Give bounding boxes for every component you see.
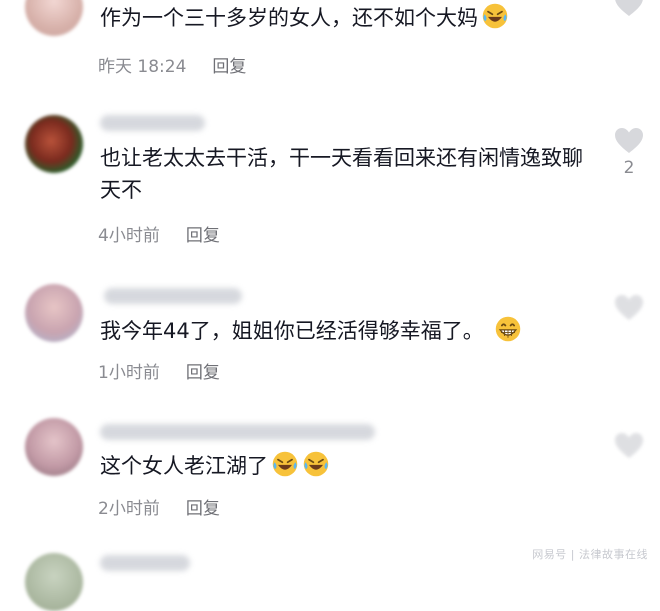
comment-time: 2小时前 [98,499,160,519]
comment-text-content: 我今年44了，姐姐你已经活得够幸福了。 [100,319,484,343]
avatar[interactable] [25,284,83,342]
laughing-crying-emoji-icon [303,451,329,477]
comment-text: 作为一个三十多岁的女人，还不如个大妈 [100,2,600,34]
avatar[interactable] [25,115,83,173]
comment-time: 昨天 18:24 [98,57,187,77]
like-button[interactable] [610,432,648,459]
like-button[interactable]: 2 [610,127,648,178]
comment-item: 也让老太太去干活，干一天看看回来还有闲情逸致聊天不 4小时前 回复 2 [0,105,660,255]
laughing-crying-emoji-icon [272,451,298,477]
reply-button[interactable]: 回复 [186,494,220,519]
username-blurred[interactable] [100,424,375,440]
watermark: 网易号 | 法律故事在线 [532,548,648,561]
comment-meta: 1小时前 回复 [98,358,220,383]
comment-text: 我今年44了，姐姐你已经活得够幸福了。 [100,315,600,347]
comment-time: 1小时前 [98,363,160,383]
heart-icon[interactable] [614,127,644,154]
heart-icon[interactable] [614,294,644,321]
comment-text: 这个女人老江湖了 [100,450,600,482]
comment-meta: 4小时前 回复 [98,221,220,246]
comment-meta: 2小时前 回复 [98,494,220,519]
comment-time: 4小时前 [98,226,160,246]
username-blurred[interactable] [104,288,242,304]
grinning-emoji-icon [495,316,520,342]
username-blurred[interactable] [100,555,190,571]
heart-icon[interactable] [614,432,644,459]
like-button[interactable] [610,0,648,17]
avatar[interactable] [25,553,83,611]
comment-text-content: 也让老太太去干活，干一天看看回来还有闲情逸致聊天不 [100,146,583,202]
comment-text: 也让老太太去干活，干一天看看回来还有闲情逸致聊天不 [100,142,590,206]
laughing-crying-emoji-icon [482,3,508,29]
comment-item: 我今年44了，姐姐你已经活得够幸福了。 1小时前 回复 [0,280,660,390]
reply-button[interactable]: 回复 [186,221,220,246]
reply-button[interactable]: 回复 [186,358,220,383]
comment-item: 作为一个三十多岁的女人，还不如个大妈 昨天 18:24 回复 [0,0,660,90]
comment-item: 这个女人老江湖了 2小时前 回复 [0,410,660,530]
heart-icon[interactable] [614,0,644,17]
comment-text-content: 这个女人老江湖了 [100,454,268,478]
like-count: 2 [623,158,635,178]
comment-text-content: 作为一个三十多岁的女人，还不如个大妈 [100,6,478,30]
reply-button[interactable]: 回复 [212,52,246,77]
avatar[interactable] [25,418,83,476]
username-blurred[interactable] [100,115,205,131]
like-button[interactable] [610,294,648,321]
avatar[interactable] [25,0,83,36]
comment-meta: 昨天 18:24 回复 [98,52,246,77]
